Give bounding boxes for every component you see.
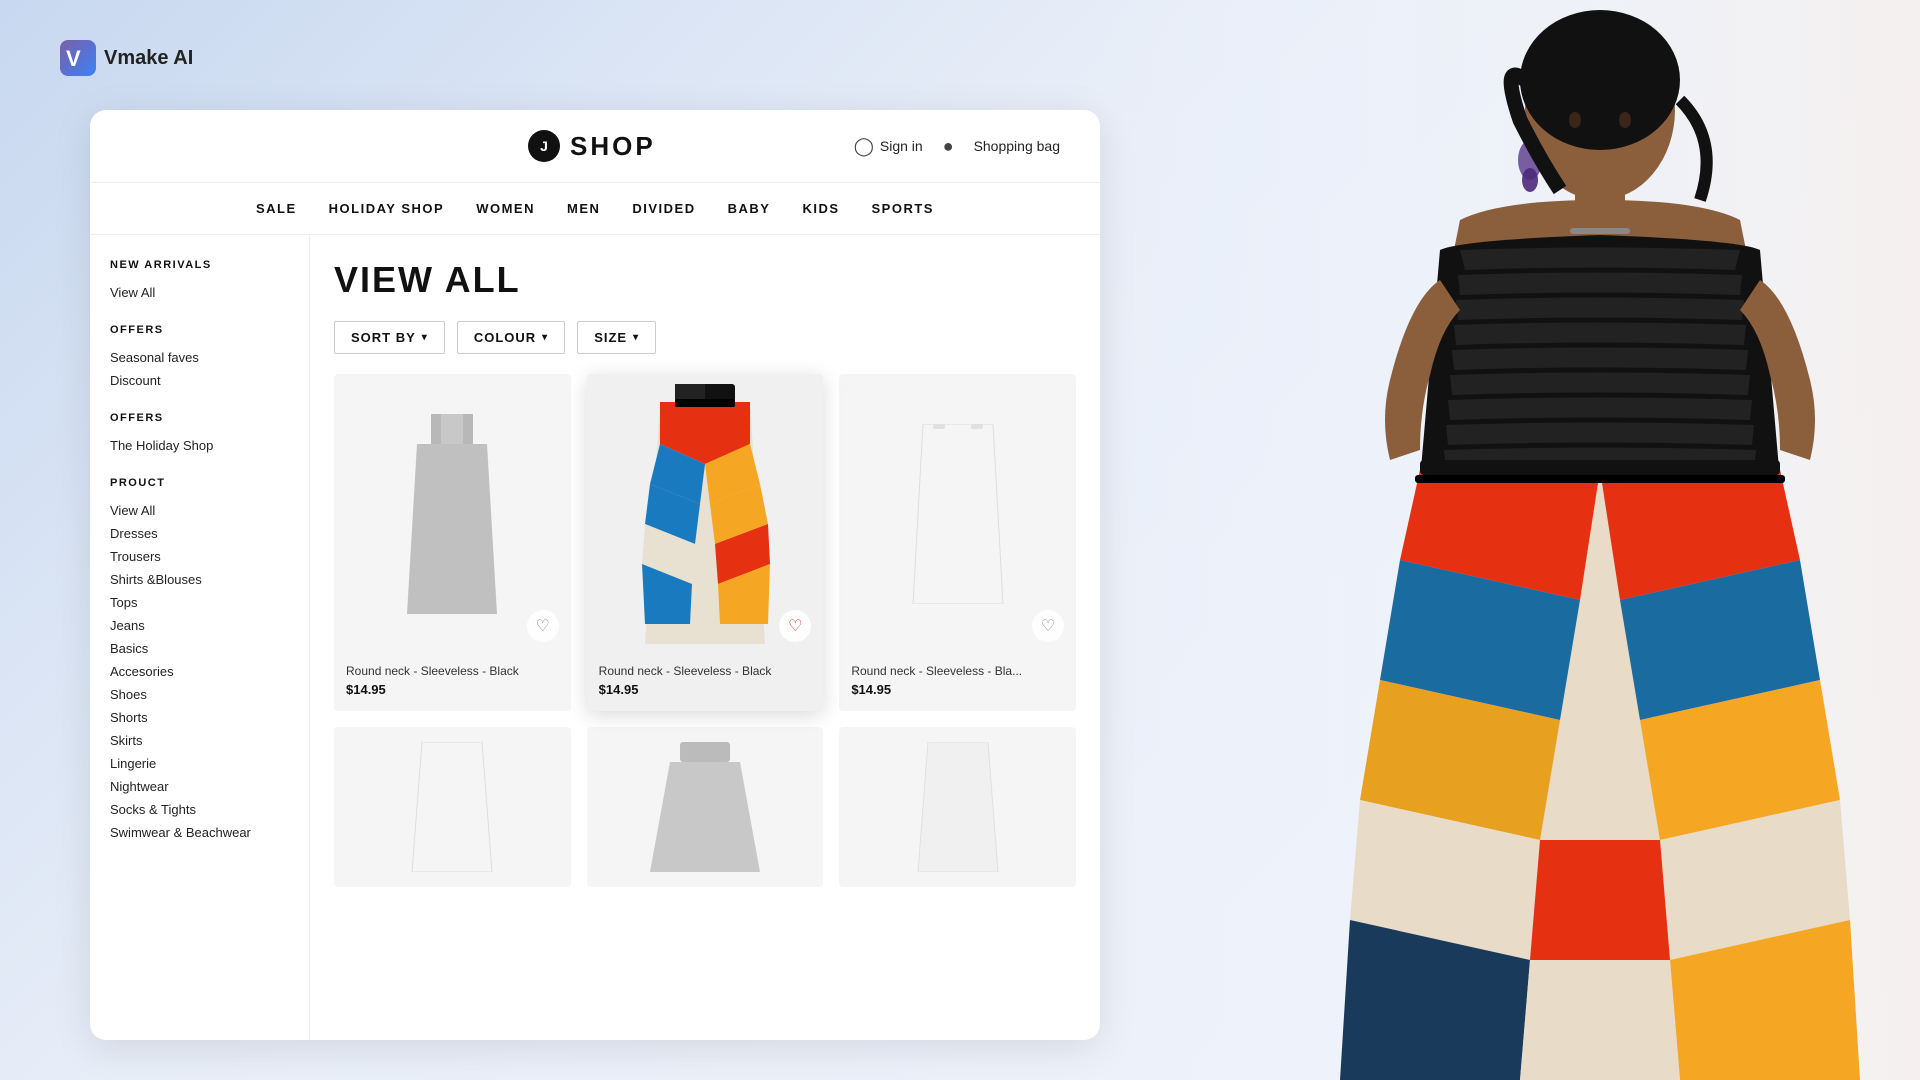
sidebar-link-tops[interactable]: Tops bbox=[110, 591, 289, 614]
white-top-svg bbox=[893, 424, 1023, 604]
sidebar-link-shoes[interactable]: Shoes bbox=[110, 683, 289, 706]
product-price-2: $14.95 bbox=[599, 682, 812, 697]
sidebar-link-skirts[interactable]: Skirts bbox=[110, 729, 289, 752]
nav-item-holiday[interactable]: HOLIDAY SHOP bbox=[329, 197, 445, 220]
vmake-logo: V Vmake AI bbox=[60, 40, 193, 76]
product-info-2: Round neck - Sleeveless - Black $14.95 bbox=[587, 654, 824, 711]
filter-bar: SORT BY ▾ COLOUR ▾ SIZE ▾ bbox=[334, 321, 1076, 354]
shop-nav: SALE HOLIDAY SHOP WOMEN MEN DIVIDED BABY… bbox=[90, 183, 1100, 235]
nav-item-sports[interactable]: SPORTS bbox=[872, 197, 934, 220]
product-image-5 bbox=[587, 727, 824, 887]
product-image-4 bbox=[334, 727, 571, 887]
nav-item-men[interactable]: MEN bbox=[567, 197, 600, 220]
colorful-dress-svg bbox=[620, 384, 790, 644]
sidebar-link-nightwear[interactable]: Nightwear bbox=[110, 775, 289, 798]
sidebar-link-accesories[interactable]: Accesories bbox=[110, 660, 289, 683]
model-photo bbox=[1020, 0, 1920, 1080]
sidebar-link-shorts[interactable]: Shorts bbox=[110, 706, 289, 729]
product-name-1: Round neck - Sleeveless - Black bbox=[346, 664, 559, 678]
product-image-2: ♡ bbox=[587, 374, 824, 654]
sidebar-link-shirts-blouses[interactable]: Shirts &Blouses bbox=[110, 568, 289, 591]
sidebar-link-swimwear[interactable]: Swimwear & Beachwear bbox=[110, 821, 289, 844]
sidebar-link-socks[interactable]: Socks & Tights bbox=[110, 798, 289, 821]
shop-title: SHOP bbox=[570, 131, 656, 162]
gray-skirt-svg bbox=[650, 742, 760, 872]
shop-header: J SHOP ◯ Sign in ● Shopping bag bbox=[90, 110, 1100, 183]
gray-dress-svg bbox=[387, 414, 517, 614]
sidebar-section-offers-2: OFFERS bbox=[110, 412, 289, 424]
product-price-1: $14.95 bbox=[346, 682, 559, 697]
sidebar: NEW ARRIVALS View All OFFERS Seasonal fa… bbox=[90, 235, 310, 1040]
vmake-logo-text: Vmake AI bbox=[104, 47, 193, 70]
white-item2-svg bbox=[908, 742, 1008, 872]
white-item-svg bbox=[402, 742, 502, 872]
colour-button[interactable]: COLOUR ▾ bbox=[457, 321, 565, 354]
sign-in-button[interactable]: ◯ Sign in bbox=[854, 136, 923, 157]
shop-logo-area: J SHOP bbox=[528, 130, 656, 162]
model-figure-svg bbox=[1080, 0, 1920, 1080]
sidebar-link-jeans[interactable]: Jeans bbox=[110, 614, 289, 637]
sidebar-section-offers-1: OFFERS bbox=[110, 324, 289, 336]
sort-chevron-icon: ▾ bbox=[422, 332, 428, 343]
nav-item-kids[interactable]: KIDS bbox=[802, 197, 839, 220]
sidebar-link-view-all-new[interactable]: View All bbox=[110, 281, 289, 304]
vmake-logo-icon: V bbox=[60, 40, 96, 76]
shop-logo-circle: J bbox=[528, 130, 560, 162]
nav-item-sale[interactable]: SALE bbox=[256, 197, 297, 220]
page-title: VIEW ALL bbox=[334, 259, 1076, 301]
product-card-5[interactable] bbox=[587, 727, 824, 887]
sidebar-link-seasonal[interactable]: Seasonal faves bbox=[110, 346, 289, 369]
svg-text:V: V bbox=[66, 46, 81, 71]
nav-item-divided[interactable]: DIVIDED bbox=[632, 197, 695, 220]
product-card-2[interactable]: ♡ Round neck - Sleeveless - Black $14.95 bbox=[587, 374, 824, 711]
search-button[interactable]: ● bbox=[943, 136, 954, 157]
product-image-1: ♡ bbox=[334, 374, 571, 654]
size-button[interactable]: SIZE ▾ bbox=[577, 321, 656, 354]
shop-card: J SHOP ◯ Sign in ● Shopping bag SALE HOL… bbox=[90, 110, 1100, 1040]
size-chevron-icon: ▾ bbox=[633, 332, 639, 343]
sidebar-link-dresses[interactable]: Dresses bbox=[110, 522, 289, 545]
nav-item-baby[interactable]: BABY bbox=[728, 197, 771, 220]
product-card-4[interactable] bbox=[334, 727, 571, 887]
sidebar-link-view-all-product[interactable]: View All bbox=[110, 499, 289, 522]
main-area: VIEW ALL SORT BY ▾ COLOUR ▾ SIZE ▾ bbox=[310, 235, 1100, 1040]
product-info-1: Round neck - Sleeveless - Black $14.95 bbox=[334, 654, 571, 711]
sidebar-link-lingerie[interactable]: Lingerie bbox=[110, 752, 289, 775]
sort-by-button[interactable]: SORT BY ▾ bbox=[334, 321, 445, 354]
sidebar-section-product: PROUCT bbox=[110, 477, 289, 489]
nav-item-women[interactable]: WOMEN bbox=[476, 197, 535, 220]
sidebar-section-new-arrivals: NEW ARRIVALS bbox=[110, 259, 289, 271]
product-name-2: Round neck - Sleeveless - Black bbox=[599, 664, 812, 678]
shop-content: NEW ARRIVALS View All OFFERS Seasonal fa… bbox=[90, 235, 1100, 1040]
sidebar-link-basics[interactable]: Basics bbox=[110, 637, 289, 660]
product-grid: ♡ Round neck - Sleeveless - Black $14.95 bbox=[334, 374, 1076, 887]
colour-chevron-icon: ▾ bbox=[542, 332, 548, 343]
wishlist-button-2[interactable]: ♡ bbox=[779, 610, 811, 642]
user-icon: ◯ bbox=[854, 136, 874, 157]
wishlist-button-1[interactable]: ♡ bbox=[527, 610, 559, 642]
product-card-1[interactable]: ♡ Round neck - Sleeveless - Black $14.95 bbox=[334, 374, 571, 711]
search-icon: ● bbox=[943, 136, 954, 157]
sidebar-link-trousers[interactable]: Trousers bbox=[110, 545, 289, 568]
sidebar-link-holiday-shop[interactable]: The Holiday Shop bbox=[110, 434, 289, 457]
sidebar-link-discount[interactable]: Discount bbox=[110, 369, 289, 392]
